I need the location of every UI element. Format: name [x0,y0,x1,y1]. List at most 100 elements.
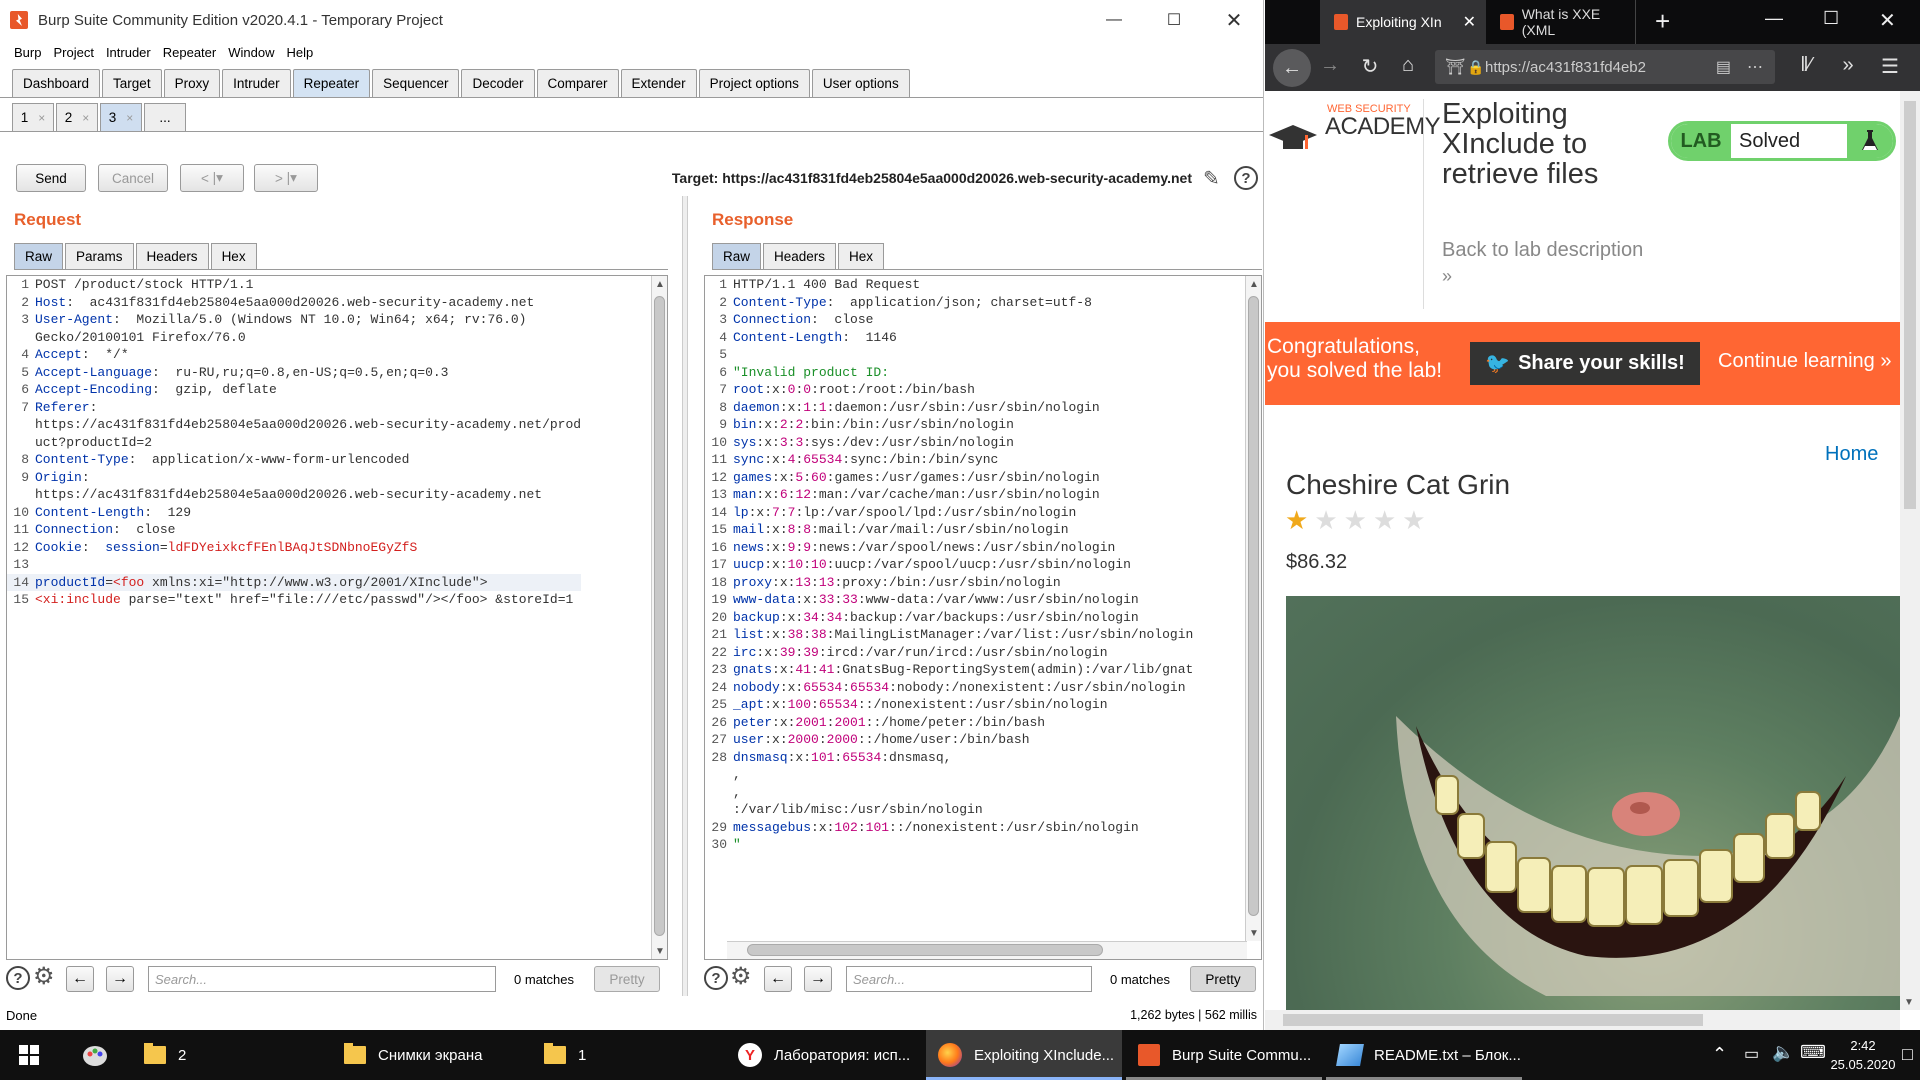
repeater-tab-new[interactable]: ... [144,103,186,131]
taskbar-item[interactable]: Снимки экрана [330,1030,500,1080]
scroll-down-icon[interactable]: ▼ [1904,997,1914,1008]
request-scrollbar[interactable]: ▲ ▼ [651,276,667,959]
request-pretty-button[interactable]: Pretty [594,966,660,992]
close-icon[interactable]: × [126,111,133,125]
scroll-up-icon[interactable]: ▲ [1246,276,1261,292]
reader-icon[interactable]: ▤ [1716,57,1731,77]
hscroll-thumb[interactable] [1283,1014,1703,1026]
close-icon[interactable]: × [82,111,89,125]
browser-tab-active[interactable]: Exploiting XIn ✕ [1320,0,1486,44]
request-tab-hex[interactable]: Hex [210,243,257,269]
close-icon[interactable]: × [38,111,45,125]
tab-comparer[interactable]: Comparer [536,69,619,97]
tab-dashboard[interactable]: Dashboard [12,69,101,97]
minimize-button[interactable]: — [1084,0,1144,40]
taskbar-item-active[interactable]: Exploiting XInclude... [926,1030,1122,1080]
taskbar-item[interactable]: 1 [530,1030,680,1080]
back-icon[interactable]: ← [1273,49,1311,87]
request-search-input[interactable]: Search... [148,966,496,992]
clock[interactable]: 2:42 25.05.2020 [1828,1036,1898,1074]
response-tab-headers[interactable]: Headers [763,243,837,269]
taskbar-item[interactable]: 2 [130,1030,280,1080]
overflow-icon[interactable]: » [1833,54,1863,77]
volume-icon[interactable]: 🔈 [1772,1042,1794,1063]
next-match-button[interactable]: → [106,966,134,992]
help-icon[interactable]: ? [1234,166,1258,190]
taskbar-item[interactable]: Burp Suite Commu... [1126,1030,1322,1080]
tab-project-options[interactable]: Project options [698,69,810,97]
tab-target[interactable]: Target [102,69,162,97]
menu-icon[interactable]: ☰ [1875,54,1905,79]
home-link[interactable]: Home [1825,443,1878,466]
menu-project[interactable]: Project [47,45,99,60]
response-scrollbar[interactable]: ▲ ▼ [1245,276,1261,941]
browser-tab[interactable]: What is XXE (XML [1486,0,1636,44]
notification-icon[interactable]: □ [1902,1044,1913,1065]
scroll-thumb[interactable] [654,296,665,936]
network-icon[interactable]: ▭ [1744,1044,1759,1064]
repeater-tab-1[interactable]: 1 × [12,103,54,131]
tab-user-options[interactable]: User options [811,69,910,97]
scroll-thumb[interactable] [1248,296,1259,916]
close-button[interactable]: ✕ [1879,8,1896,33]
scroll-down-icon[interactable]: ▼ [1246,925,1261,941]
menu-repeater[interactable]: Repeater [157,45,222,60]
shield-icon[interactable]: ⛩ [1445,57,1465,77]
request-tab-headers[interactable]: Headers [135,243,209,269]
tab-sequencer[interactable]: Sequencer [372,69,460,97]
scroll-down-icon[interactable]: ▼ [652,943,667,959]
help-icon[interactable]: ? [704,966,728,990]
response-hscrollbar[interactable] [727,941,1247,959]
minimize-button[interactable]: — [1765,8,1783,29]
tab-intruder[interactable]: Intruder [222,69,291,97]
request-editor[interactable]: 1 POST /product/stock HTTP/1.1 2 Host: ac43… [6,275,668,960]
reload-icon[interactable]: ↻ [1355,54,1385,79]
menu-burp[interactable]: Burp [8,45,47,60]
page-scrollbar[interactable]: ▼ [1900,91,1920,1010]
forward-icon[interactable]: → [1315,54,1345,77]
menu-help[interactable]: Help [280,45,319,60]
hscroll-thumb[interactable] [747,944,1103,956]
tab-proxy[interactable]: Proxy [163,69,221,97]
next-match-button[interactable]: → [804,966,832,992]
page-hscrollbar[interactable] [1265,1010,1900,1030]
tab-repeater[interactable]: Repeater [292,69,371,97]
chevron-up-icon[interactable]: ⌃ [1712,1044,1727,1065]
taskbar-item[interactable]: Y Лаборатория: исп... [726,1030,922,1080]
response-editor[interactable]: 1 HTTP/1.1 400 Bad Request 2 Content-Type: … [704,275,1262,960]
scroll-thumb[interactable] [1904,101,1916,509]
help-icon[interactable]: ? [6,966,30,990]
panel-splitter[interactable] [682,196,688,996]
academy-logo-icon[interactable] [1269,125,1317,153]
tab-extender[interactable]: Extender [620,69,697,97]
prev-match-button[interactable]: ← [764,966,792,992]
response-pretty-button[interactable]: Pretty [1190,966,1256,992]
tab-decoder[interactable]: Decoder [461,69,535,97]
new-tab-icon[interactable]: + [1655,6,1670,37]
gear-icon[interactable]: ⚙ [730,962,752,991]
repeater-tab-3[interactable]: 3 × [100,103,142,131]
start-button[interactable] [0,1030,58,1080]
back-to-description-link[interactable]: Back to lab description [1442,239,1643,262]
prev-match-button[interactable]: ← [66,966,94,992]
url-bar[interactable]: ⛩ 🔒 https://ac431f831fd4eb2 ▤ ⋯ [1435,50,1775,84]
request-tab-raw[interactable]: Raw [14,243,64,269]
gear-icon[interactable]: ⚙ [33,962,55,991]
repeater-tab-2[interactable]: 2 × [56,103,98,131]
scroll-up-icon[interactable]: ▲ [652,276,667,292]
maximize-button[interactable]: ☐ [1144,0,1204,40]
taskbar-item[interactable]: README.txt – Блок... [1326,1030,1522,1080]
close-button[interactable]: ✕ [1204,0,1264,40]
library-icon[interactable]: ‖⁄ [1791,54,1821,77]
continue-learning-link[interactable]: Continue learning » [1718,350,1891,373]
close-icon[interactable]: ✕ [1463,12,1476,32]
request-tab-params[interactable]: Params [65,243,134,269]
home-icon[interactable]: ⌂ [1393,54,1423,77]
maximize-button[interactable]: ☐ [1823,8,1839,29]
more-icon[interactable]: ⋯ [1747,57,1763,77]
response-tab-raw[interactable]: Raw [712,243,762,269]
response-search-input[interactable]: Search... [846,966,1092,992]
paint-app-icon[interactable] [70,1030,120,1080]
share-skills-button[interactable]: 🐦 Share your skills! [1470,342,1700,385]
menu-window[interactable]: Window [222,45,280,60]
